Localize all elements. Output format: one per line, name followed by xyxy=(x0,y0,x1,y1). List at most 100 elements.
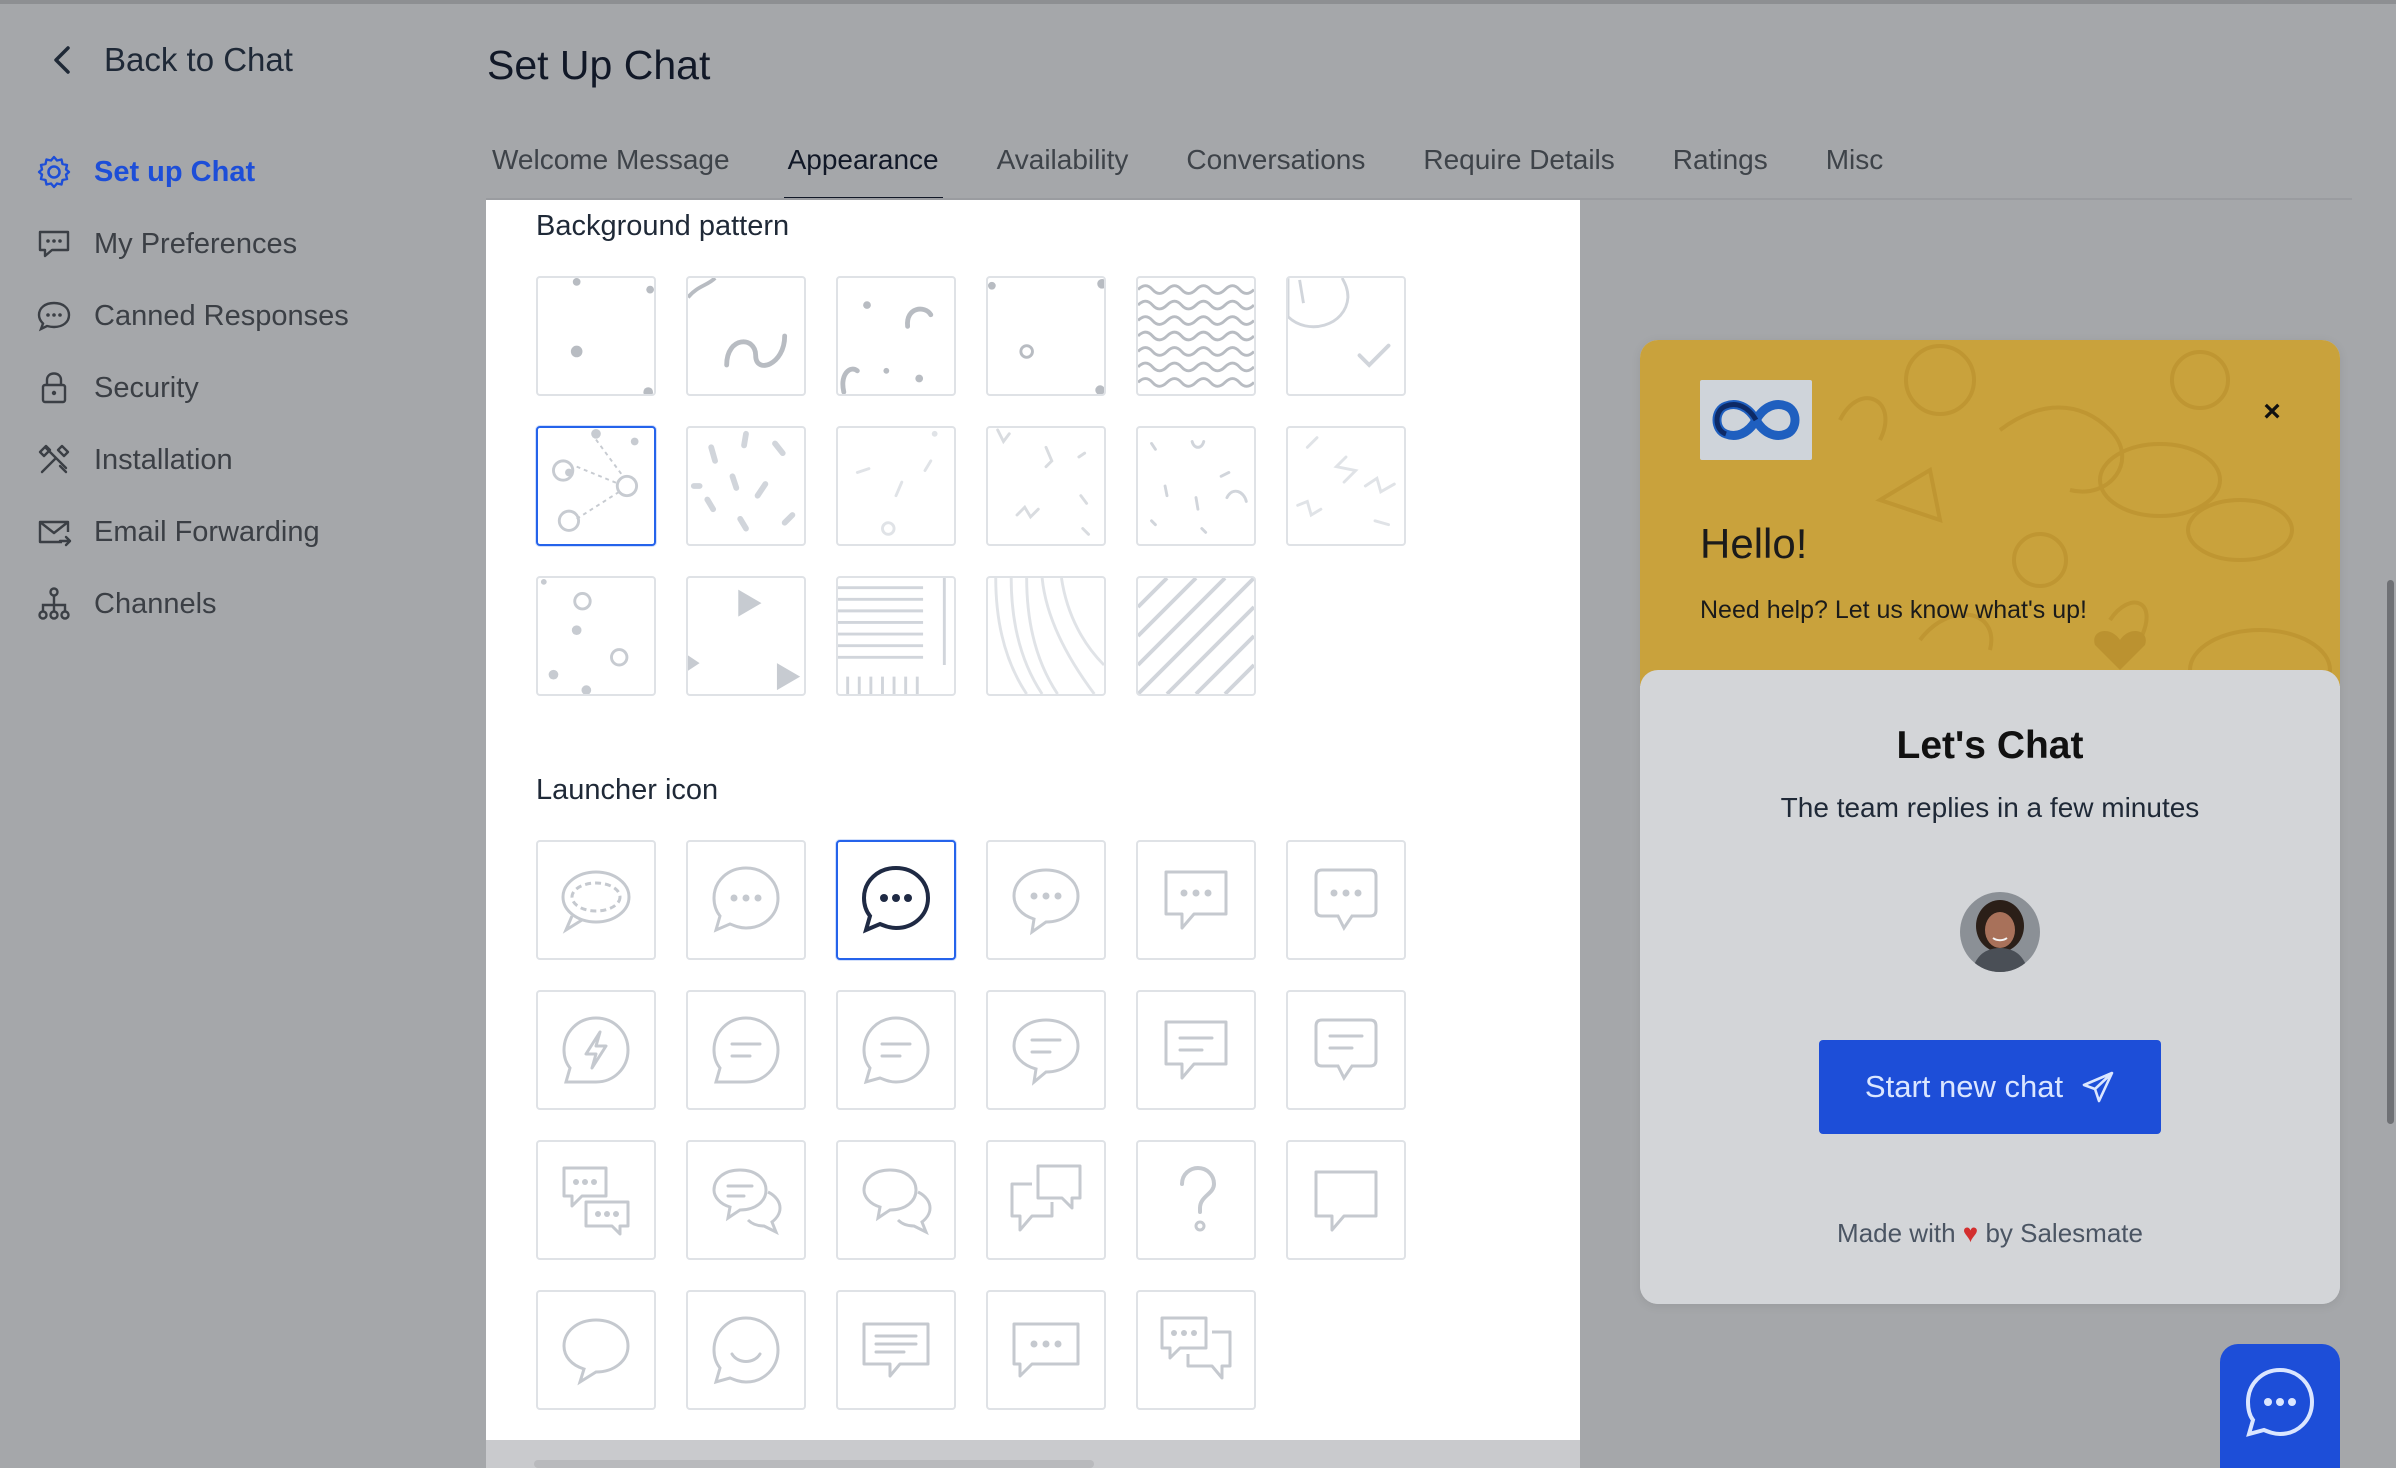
sidebar-item-label: Set up Chat xyxy=(94,155,256,188)
background-pattern-option[interactable] xyxy=(536,276,656,396)
lines-pattern-icon xyxy=(838,578,946,694)
panel-footer xyxy=(486,1440,1580,1468)
scribble-pattern-icon xyxy=(1296,436,1396,527)
launcher-icon-option[interactable] xyxy=(536,1140,656,1260)
launcher-icon-option[interactable] xyxy=(986,990,1106,1110)
tab-require-details[interactable]: Require Details xyxy=(1419,132,1618,200)
scrollbar-thumb[interactable] xyxy=(2387,580,2394,1124)
dots-pattern-icon xyxy=(570,278,654,394)
launcher-icon-option[interactable] xyxy=(686,840,806,960)
background-pattern-option[interactable] xyxy=(1136,276,1256,396)
back-to-chat-link[interactable]: Back to Chat xyxy=(48,40,293,80)
sidebar-item-channels[interactable]: Channels xyxy=(36,568,436,640)
background-pattern-option[interactable] xyxy=(686,576,806,696)
lock-icon xyxy=(41,372,67,404)
made-with-suffix: by Salesmate xyxy=(1985,1218,2143,1248)
background-pattern-option[interactable] xyxy=(986,276,1106,396)
chat-lines-speech-icon xyxy=(1012,1018,1080,1086)
launcher-icon-option[interactable] xyxy=(836,1290,956,1410)
widget-body: Let's Chat The team replies in a few min… xyxy=(1640,670,2340,1304)
background-pattern-option[interactable] xyxy=(536,576,656,696)
triangles-pattern-icon xyxy=(688,589,801,691)
background-pattern-option[interactable] xyxy=(1286,276,1406,396)
sidebar-item-label: Channels xyxy=(94,587,217,620)
sidebar-item-label: Canned Responses xyxy=(94,299,349,332)
chat-launcher-button[interactable] xyxy=(2220,1344,2340,1468)
settings-tabs: Welcome Message Appearance Availability … xyxy=(488,132,1937,202)
chat-square-empty-icon xyxy=(1314,1170,1378,1232)
background-pattern-option[interactable] xyxy=(836,576,956,696)
sidebar-item-set-up-chat[interactable]: Set up Chat xyxy=(36,136,436,208)
launcher-icon-option[interactable] xyxy=(536,1290,656,1410)
background-pattern-option[interactable] xyxy=(836,426,956,546)
launcher-icon-option[interactable] xyxy=(986,1140,1106,1260)
send-icon xyxy=(2082,1071,2114,1103)
background-pattern-option[interactable] xyxy=(1136,576,1256,696)
dashes-pattern-icon xyxy=(855,430,938,536)
launcher-icon-option[interactable] xyxy=(686,990,806,1110)
chat-bubble-icon xyxy=(37,301,71,332)
launcher-icon-option[interactable] xyxy=(536,840,656,960)
chat-lines-rounded-square-icon xyxy=(1314,1018,1378,1081)
tab-availability[interactable]: Availability xyxy=(993,132,1133,200)
sprinkles-pattern-icon xyxy=(1150,440,1248,534)
tab-ratings[interactable]: Ratings xyxy=(1669,132,1772,200)
background-pattern-option[interactable] xyxy=(986,426,1106,546)
launcher-icon-option[interactable] xyxy=(986,840,1106,960)
launcher-icon-option[interactable] xyxy=(986,1290,1106,1410)
launcher-icon-option[interactable] xyxy=(1286,1140,1406,1260)
chat-settings-icon xyxy=(38,230,70,258)
background-pattern-option[interactable] xyxy=(836,276,956,396)
widget-close-button[interactable]: × xyxy=(2252,392,2292,432)
background-pattern-option-selected[interactable] xyxy=(536,426,656,546)
chat-dots-rounded-square-icon xyxy=(1314,868,1378,931)
launcher-icon-option[interactable] xyxy=(1136,840,1256,960)
launcher-icon-option[interactable] xyxy=(1286,840,1406,960)
double-chat-dots-icon xyxy=(562,1166,630,1236)
brand-logo xyxy=(1700,380,1812,460)
sidebar-item-my-preferences[interactable]: My Preferences xyxy=(36,208,436,280)
tab-appearance[interactable]: Appearance xyxy=(783,132,943,202)
made-with-salesmate: Made with ♥ by Salesmate xyxy=(1640,1218,2340,1249)
sidebar-item-security[interactable]: Security xyxy=(36,352,436,424)
sidebar-item-label: My Preferences xyxy=(94,227,298,260)
question-mark-icon xyxy=(1180,1165,1217,1232)
tab-misc[interactable]: Misc xyxy=(1822,132,1888,200)
chat-lines-round-icon xyxy=(712,1016,780,1084)
made-with-prefix: Made with xyxy=(1837,1218,1956,1248)
background-pattern-option[interactable] xyxy=(686,276,806,396)
sidebar-item-label: Security xyxy=(94,371,199,404)
start-new-chat-button[interactable]: Start new chat xyxy=(1819,1040,2161,1134)
chat-dots-square-icon xyxy=(1164,870,1228,930)
launcher-icon-option[interactable] xyxy=(836,990,956,1110)
background-pattern-option[interactable] xyxy=(686,426,806,546)
launcher-icon-option[interactable] xyxy=(686,1290,806,1410)
chat-dots-round-icon xyxy=(2245,1367,2315,1437)
sidebar-item-installation[interactable]: Installation xyxy=(36,424,436,496)
double-chat-bubbles-icon[interactable] xyxy=(836,1140,956,1260)
agent-avatar xyxy=(1960,892,2040,972)
background-pattern-option[interactable] xyxy=(1286,426,1406,546)
sidebar-item-label: Installation xyxy=(94,443,233,476)
launcher-icon-option[interactable] xyxy=(1286,990,1406,1110)
sidebar-item-canned-responses[interactable]: Canned Responses xyxy=(36,280,436,352)
launcher-icon-option[interactable] xyxy=(686,1140,806,1260)
tab-welcome-message[interactable]: Welcome Message xyxy=(488,132,734,200)
footer-placeholder-bar xyxy=(534,1460,1094,1468)
confetti-pattern-icon xyxy=(690,430,796,532)
mail-forward-icon xyxy=(38,520,72,547)
launcher-icon-option[interactable] xyxy=(536,990,656,1110)
launcher-icon-option[interactable] xyxy=(1136,1290,1256,1410)
sidebar-item-email-forwarding[interactable]: Email Forwarding xyxy=(36,496,436,568)
background-pattern-option[interactable] xyxy=(1136,426,1256,546)
chat-bubble-outline-icon xyxy=(561,870,631,934)
double-chat-lines-icon xyxy=(712,1168,782,1236)
hierarchy-icon xyxy=(38,587,70,620)
background-pattern-option[interactable] xyxy=(986,576,1106,696)
tab-conversations[interactable]: Conversations xyxy=(1182,132,1369,200)
launcher-icon-option[interactable] xyxy=(1136,990,1256,1110)
launcher-icon-option-selected[interactable] xyxy=(836,840,956,960)
reply-time-text: The team replies in a few minutes xyxy=(1780,792,2200,823)
launcher-icon-option[interactable] xyxy=(1136,1140,1256,1260)
tools-icon xyxy=(38,444,70,474)
